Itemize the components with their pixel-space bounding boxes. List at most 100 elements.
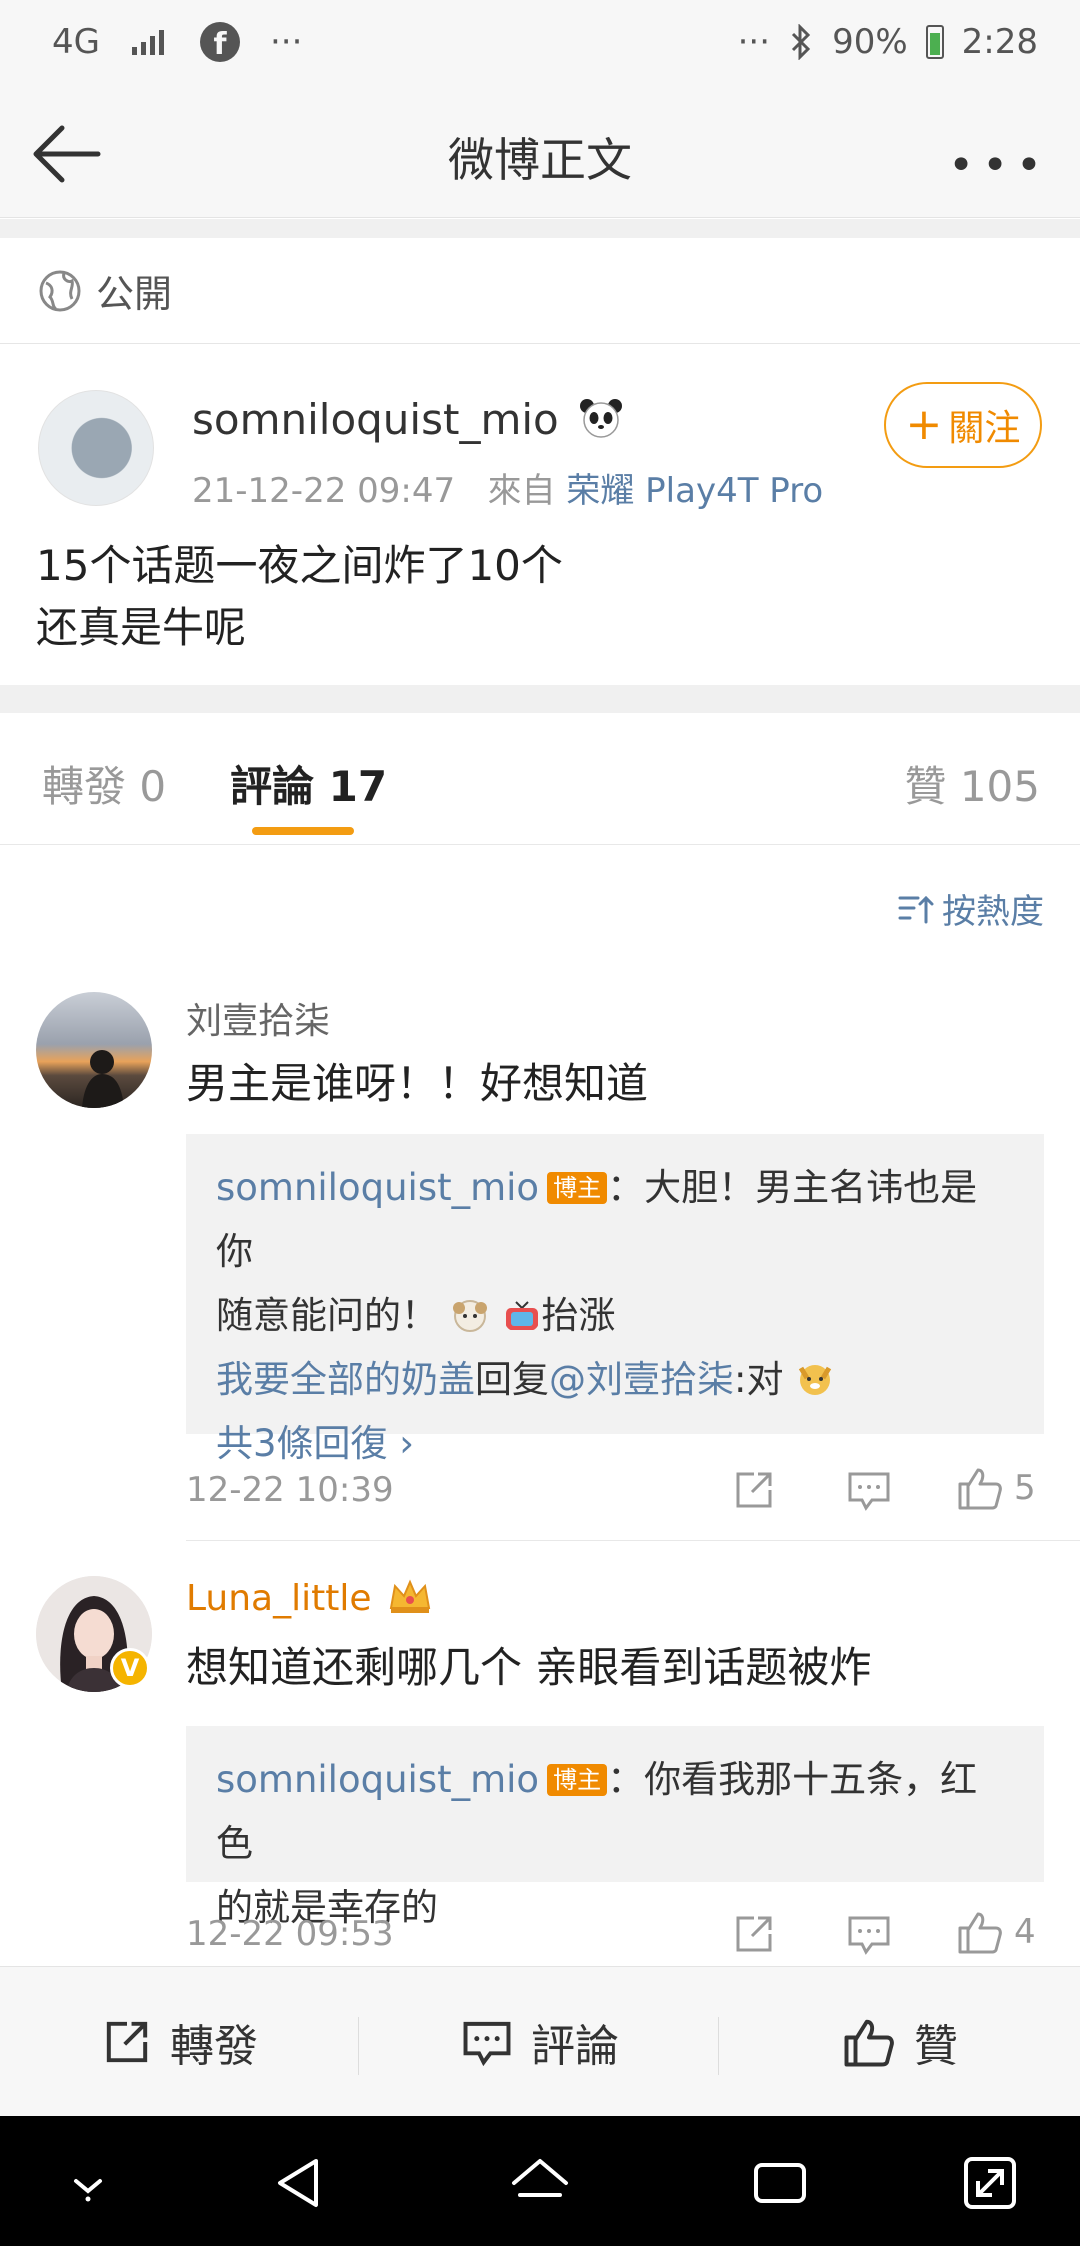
like-button[interactable]: 4 [956, 1908, 1036, 1956]
commenter-name[interactable]: Luna_little [186, 1576, 433, 1619]
blogger-badge: 博主 [547, 1764, 608, 1796]
recent-apps-icon[interactable] [748, 2151, 812, 2215]
like-count: 5 [1014, 1468, 1036, 1508]
post-text-line: 还真是牛呢 [36, 603, 247, 652]
notification-more-icon: ··· [269, 22, 303, 62]
bluetooth-icon [792, 24, 811, 60]
clock: 2:28 [961, 22, 1038, 62]
comment-time: 12-22 10:39 [186, 1470, 394, 1510]
battery-percent: 90% [832, 22, 908, 62]
like-label: 贊 [914, 2021, 958, 2072]
comment-divider [186, 1540, 1080, 1541]
sheep-emoji-icon [452, 1300, 487, 1332]
active-tab-indicator [252, 827, 354, 835]
hide-keyboard-icon[interactable] [56, 2151, 120, 2215]
home-icon[interactable] [508, 2151, 572, 2215]
sort-by-hotness[interactable]: 按熱度 [898, 884, 1044, 933]
comment-button[interactable]: 評論 [360, 1967, 720, 2117]
bottom-action-bar: 轉發 評論 贊 [0, 1966, 1080, 2116]
post-source-prefix: 來自 [487, 471, 556, 511]
author-username[interactable]: somniloquist_mio [192, 395, 624, 444]
visibility-row: 公開 [0, 238, 1080, 344]
sub-reply-author[interactable]: 我要全部的奶盖 [216, 1358, 475, 1401]
reply-author[interactable]: somniloquist_mio [216, 1758, 539, 1801]
avatar-silhouette [82, 1050, 124, 1108]
bar-divider [358, 2017, 359, 2075]
thumbs-up-icon [844, 2019, 894, 2067]
more-options-icon[interactable]: ••• [948, 140, 1050, 191]
post-meta: 21-12-22 09:47 來自 荣耀 Play4T Pro [192, 463, 823, 512]
comment-icon[interactable] [846, 1468, 892, 1512]
status-bar: 4G f ··· ··· 90% 2:28 [0, 0, 1080, 90]
globe-icon [39, 270, 81, 311]
comment-actions: 12-22 09:53 4 [186, 1904, 1044, 1964]
post-text-line: 15个话题一夜之间炸了10个 [36, 541, 563, 590]
comment-item: 刘壹拾柒 男主是谁呀！！好想知道 somniloquist_mio 博主 ：大胆！男… [0, 992, 1080, 1512]
sort-label: 按熱度 [942, 892, 1044, 932]
like-button[interactable]: 5 [956, 1464, 1036, 1512]
reply-author[interactable]: somniloquist_mio [216, 1166, 539, 1209]
comment-actions: 12-22 10:39 5 [186, 1460, 1044, 1520]
thumbs-up-icon [958, 1468, 1002, 1510]
system-nav-bar [0, 2116, 1080, 2246]
tab-likes[interactable]: 贊 105 [904, 753, 1040, 814]
follow-button[interactable]: + 關注 [884, 382, 1042, 468]
nav-bar: 微博正文 ••• [0, 90, 1080, 218]
author-name-text: somniloquist_mio [192, 395, 559, 444]
comment-label: 評論 [531, 2021, 619, 2072]
crown-icon [389, 1579, 431, 1613]
repost-label: 轉發 [170, 2021, 258, 2072]
comment-icon[interactable] [846, 1912, 892, 1956]
weibo-post: somniloquist_mio 21-12-22 09:47 來自 荣耀 Pl… [0, 345, 1080, 685]
comment-item: V Luna_little 想知道还剩哪几个 亲眼看到话题被炸 somniloq… [0, 1576, 1080, 1966]
commenter-name[interactable]: 刘壹拾柒 [186, 992, 330, 1044]
expand-icon[interactable] [958, 2151, 1022, 2215]
sub-reply-mention[interactable]: @刘壹拾柒 [549, 1358, 734, 1401]
sub-reply-verb: 回复 [475, 1358, 549, 1401]
sort-icon [898, 895, 934, 923]
section-divider [0, 219, 1080, 238]
blogger-badge: 博主 [547, 1172, 608, 1204]
share-icon[interactable] [732, 1912, 776, 1956]
comment-text: 男主是谁呀！！好想知道 [186, 1059, 649, 1108]
doge-emoji-icon [799, 1365, 832, 1395]
author-avatar[interactable] [38, 390, 154, 506]
tab-comments[interactable]: 評論 17 [230, 753, 387, 814]
tab-reposts[interactable]: 轉發 0 [42, 753, 166, 814]
visibility-label: 公開 [96, 272, 173, 316]
thumbs-up-icon [958, 1912, 1002, 1954]
share-icon[interactable] [732, 1468, 776, 1512]
verified-badge-icon: V [110, 1648, 150, 1688]
status-more-icon: ··· [737, 22, 771, 62]
share-icon [106, 2021, 148, 2063]
reply-text: 抬涨 [541, 1294, 616, 1337]
section-divider [0, 685, 1080, 713]
panda-icon [580, 399, 623, 438]
post-timestamp: 21-12-22 09:47 [192, 471, 456, 511]
battery-icon [925, 25, 944, 59]
commenter-avatar[interactable] [36, 992, 152, 1108]
repost-button[interactable]: 轉發 [0, 1967, 360, 2117]
engagement-tabs: 轉發 0 評論 17 贊 105 [0, 713, 1080, 845]
follow-label: 關注 [948, 408, 1021, 449]
comment-icon [463, 2021, 511, 2067]
sub-reply-text: :对 [734, 1358, 784, 1401]
network-indicator: 4G [52, 22, 100, 62]
back-icon[interactable] [268, 2151, 332, 2215]
reply-text: 随意能问的！ [216, 1294, 438, 1337]
post-text: 15个话题一夜之间炸了10个 还真是牛呢 [36, 535, 563, 659]
page-title: 微博正文 [448, 133, 632, 187]
reply-preview[interactable]: somniloquist_mio 博主 ：你看我那十五条，红色 的就是幸存的 [186, 1726, 1044, 1929]
plus-icon: + [905, 399, 943, 450]
post-device[interactable]: 荣耀 Play4T Pro [566, 471, 823, 511]
reply-preview[interactable]: somniloquist_mio 博主 ：大胆！男主名讳也是你 随意能问的！ 抬涨 … [186, 1134, 1044, 1465]
commenter-name-text: Luna_little [186, 1578, 372, 1619]
like-post-button[interactable]: 贊 [720, 1967, 1080, 2117]
bar-divider [718, 2017, 719, 2075]
like-count: 4 [1014, 1912, 1036, 1952]
signal-icon [131, 30, 164, 55]
facebook-icon: f [199, 22, 240, 62]
comment-text: 想知道还剩哪几个 亲眼看到话题被炸 [186, 1643, 872, 1692]
comment-time: 12-22 09:53 [186, 1914, 394, 1954]
commenter-avatar[interactable]: V [36, 1576, 152, 1692]
